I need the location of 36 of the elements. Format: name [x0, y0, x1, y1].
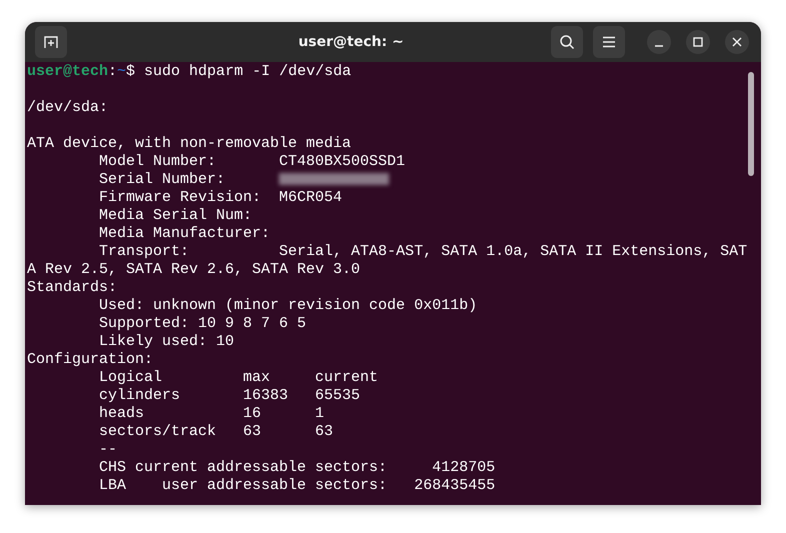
scrollbar-thumb[interactable]	[748, 72, 754, 176]
search-icon	[559, 34, 575, 50]
search-button[interactable]	[551, 26, 583, 58]
output-line: Likely used: 10	[98, 333, 236, 351]
output-line: sectors/track 63 63	[98, 423, 334, 441]
output-line: Media Manufacturer:	[98, 225, 272, 243]
output-line: Media Serial Num:	[98, 207, 254, 225]
output-line: Transport: Serial, ATA8-AST, SATA 1.0a, SATA II Extensions, SAT	[98, 243, 748, 261]
command-prompt-line: user@tech:~$ sudo hdparm -I /dev/sda	[27, 63, 352, 81]
window-title: user@tech: ~	[297, 34, 405, 50]
close-icon	[732, 37, 742, 47]
maximize-icon	[693, 37, 703, 47]
maximize-button[interactable]	[686, 30, 710, 54]
new-tab-icon	[43, 34, 59, 50]
output-line: cylinders 16383 65535	[98, 387, 362, 405]
output-line: Standards:	[27, 279, 118, 297]
minimize-button[interactable]	[647, 30, 671, 54]
output-line: Logical max current	[98, 369, 380, 387]
output-line: Serial Number:	[98, 171, 226, 188]
output-line: Firmware Revision: M6CR054	[98, 189, 344, 207]
output-line: heads 16 1	[98, 405, 326, 423]
output-line: A Rev 2.5, SATA Rev 2.6, SATA Rev 3.0	[27, 261, 362, 279]
output-line: Used: unknown (minor revision code 0x011b)	[98, 297, 478, 315]
menu-icon	[602, 36, 616, 48]
output-line: Configuration:	[27, 351, 154, 369]
output-line: LBA user addressable sectors: 268435455	[98, 477, 496, 495]
output-line: Model Number: CT480BX500SSD1	[98, 153, 406, 171]
output-line: Supported: 10 9 8 7 6 5	[98, 315, 308, 333]
close-button[interactable]	[725, 30, 749, 54]
minimize-icon	[655, 44, 663, 46]
new-tab-button[interactable]	[35, 26, 67, 58]
output-line: CHS current addressable sectors: 4128705	[98, 459, 496, 477]
menu-button[interactable]	[593, 26, 625, 58]
output-line: --	[98, 441, 118, 459]
output-line: /dev/sda:	[27, 99, 110, 117]
output-line: ATA device, with non-removable media	[27, 135, 352, 153]
